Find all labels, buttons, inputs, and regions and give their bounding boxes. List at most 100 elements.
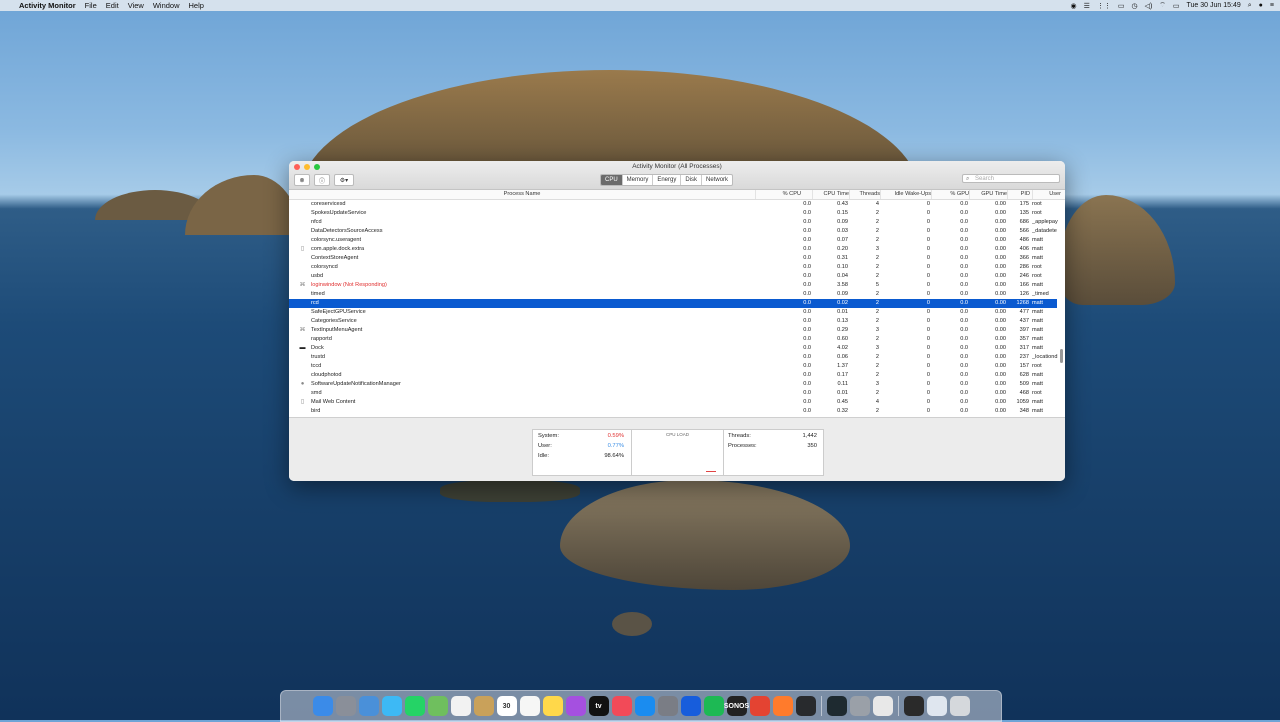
dock-apple-tv-icon[interactable]: tv [588,696,609,716]
table-row[interactable]: SafeEjectGPUService 0.0 0.01 2 0 0.0 0.00 477 ma… [289,308,1057,317]
table-row[interactable]: ▬ Dock 0.0 4.02 3 0 0.0 0.00 317 matt [289,344,1057,353]
col-cpu-time[interactable]: CPU Time [812,190,849,199]
notification-center-icon[interactable]: ≡ [1270,2,1274,9]
tab-network[interactable]: Network [702,175,732,185]
col-user[interactable]: User [1032,190,1061,199]
table-row[interactable]: colorsync.useragent 0.0 0.07 2 0 0.0 0.00 486 ma… [289,236,1057,245]
table-row[interactable]: ▯ Mail Web Content 0.0 0.45 4 0 0.0 0.00 1059 mat… [289,398,1057,407]
dock-calendar-icon[interactable]: 30 [496,696,517,716]
menu-help[interactable]: Help [189,1,204,10]
gtime-cell: 0.00 [995,201,1006,207]
screen-record-icon[interactable]: ◉ [1070,2,1076,10]
menubar-clock[interactable]: Tue 30 Jun 15:49 [1187,2,1241,9]
gpu-cell: 0.0 [960,273,968,279]
col-threads[interactable]: Threads [849,190,880,199]
table-row[interactable]: coreservicesd 0.0 0.43 4 0 0.0 0.00 175 root [289,200,1057,209]
threads-cell: 2 [875,408,879,414]
table-row[interactable]: CategoriesService 0.0 0.13 2 0 0.0 0.00 437 matt [289,317,1057,326]
dock-firefox-icon[interactable] [772,696,793,716]
dock-photos-icon[interactable] [450,696,471,716]
dock-notes-icon[interactable] [542,696,563,716]
dock-reminders-icon[interactable] [519,696,540,716]
dock-spotify-icon[interactable] [703,696,724,716]
dock-podcasts-icon[interactable] [565,696,586,716]
table-row[interactable]: usbd 0.0 0.04 2 0 0.0 0.00 246 root [289,272,1057,281]
table-row[interactable]: rcd 0.0 0.02 2 0 0.0 0.00 1268 matt [289,299,1057,308]
dock-bitwarden-icon[interactable] [680,696,701,716]
threads-cell: 2 [875,273,879,279]
table-row[interactable]: ContextStoreAgent 0.0 0.31 2 0 0.0 0.00 366 matt [289,254,1057,263]
process-name-cell: TextInputMenuAgent [311,327,363,333]
dock-disk-utility-icon[interactable] [849,696,870,716]
inspect-process-button[interactable]: ⓘ [314,174,330,186]
wifi-icon[interactable]: ⌔ [1159,1,1166,10]
dock-todoist-icon[interactable] [749,696,770,716]
table-row[interactable]: ⌘ TextInputMenuAgent 0.0 0.29 3 0 0.0 0.00 397 ma… [289,326,1057,335]
table-row[interactable]: tccd 0.0 1.37 2 0 0.0 0.00 157 root [289,362,1057,371]
menu-edit[interactable]: Edit [106,1,119,10]
display-icon[interactable]: ▭ [1118,2,1125,10]
battery-icon[interactable]: ▭ [1173,2,1180,10]
table-row[interactable]: smd 0.0 0.01 2 0 0.0 0.00 468 root [289,389,1057,398]
menu-window[interactable]: Window [153,1,180,10]
search-input[interactable]: ⌕ Search [962,174,1060,183]
tab-disk[interactable]: Disk [681,175,703,185]
col-gpu-time[interactable]: GPU Time [969,190,1007,199]
col-process-name[interactable]: Process Name [289,190,755,199]
gpu-cell: 0.0 [960,255,968,261]
table-row[interactable]: trustd 0.0 0.06 2 0 0.0 0.00 237 _locationd [289,353,1058,362]
user-cell: matt [1032,318,1043,324]
col-idle-wakeups[interactable]: Idle Wake-Ups [880,190,931,199]
table-row[interactable]: nfcd 0.0 0.09 2 0 0.0 0.00 686 _applepay [289,218,1058,227]
time-cell: 0.09 [837,291,848,297]
dock-notefile-icon[interactable] [473,696,494,716]
history-icon[interactable]: ◷ [1131,2,1137,10]
col-cpu-percent[interactable]: % CPU [755,190,801,199]
menu-app-name[interactable]: Activity Monitor [19,1,76,10]
table-row[interactable]: colorsyncd 0.0 0.10 2 0 0.0 0.00 286 root [289,263,1057,272]
dock-whatsapp-icon[interactable] [404,696,425,716]
dock-preview-icon[interactable] [872,696,893,716]
list-icon[interactable]: ☰ [1084,2,1090,10]
volume-icon[interactable]: ◁) [1145,2,1153,10]
dock-news-icon[interactable] [611,696,632,716]
table-row[interactable]: bird 0.0 0.32 2 0 0.0 0.00 348 matt [289,407,1057,416]
dock-plex-icon[interactable] [795,696,816,716]
dock-launchpad-icon[interactable] [335,696,356,716]
table-row[interactable]: ⌘ loginwindow (Not Responding) 0.0 3.58 5 0 0.… [289,281,1057,290]
menu-file[interactable]: File [85,1,97,10]
dock-trash-icon[interactable] [949,696,970,716]
tab-energy[interactable]: Energy [653,175,682,185]
spotlight-search-icon[interactable]: ⌕ [1248,2,1252,10]
table-scrollbar[interactable] [1060,349,1063,363]
dock-app-store-icon[interactable] [634,696,655,716]
dock-mail-icon[interactable] [358,696,379,716]
table-row[interactable]: timed 0.0 0.09 2 0 0.0 0.00 126 _timed [289,290,1057,299]
tab-memory[interactable]: Memory [623,175,654,185]
user-avatar-icon[interactable]: ● [1259,2,1263,9]
dock-messages-icon[interactable] [381,696,402,716]
table-row[interactable]: ● SoftwareUpdateNotificationManager 0.0 0.1… [289,380,1057,389]
table-row[interactable]: SpokesUpdateService 0.0 0.15 2 0 0.0 0.00 135 ro… [289,209,1057,218]
col-gpu-percent[interactable]: % GPU [931,190,969,199]
dock-activity-monitor-icon[interactable] [826,696,847,716]
dock-system-preferences-icon[interactable] [657,696,678,716]
menu-view[interactable]: View [128,1,144,10]
dock-plex-folder-icon[interactable] [903,696,924,716]
process-name-cell: nfcd [311,219,322,225]
col-pid[interactable]: PID [1007,190,1030,199]
dock-finder-icon[interactable] [312,696,333,716]
dock-downloads-icon[interactable] [926,696,947,716]
table-row[interactable]: DataDetectorsSourceAccess 0.0 0.03 2 0 0.0 0.0… [289,227,1057,236]
table-row[interactable]: cloudphotod 0.0 0.17 2 0 0.0 0.00 628 matt [289,371,1057,380]
table-row[interactable]: rapportd 0.0 0.60 2 0 0.0 0.00 357 matt [289,335,1057,344]
action-menu-button[interactable]: ⚙▾ [334,174,354,186]
cpu-cell: 0.0 [803,363,811,369]
gtime-cell: 0.00 [995,264,1006,270]
dock-maps-icon[interactable] [427,696,448,716]
stop-process-button[interactable]: ⊗ [294,174,310,186]
dock-sonos-icon[interactable]: SONOS [724,696,749,716]
table-row[interactable]: ▯ com.apple.dock.extra 0.0 0.20 3 0 0.0 0.00 406… [289,245,1057,254]
sliders-icon[interactable]: ⋮⋮ [1097,2,1111,10]
tab-cpu[interactable]: CPU [601,175,623,185]
